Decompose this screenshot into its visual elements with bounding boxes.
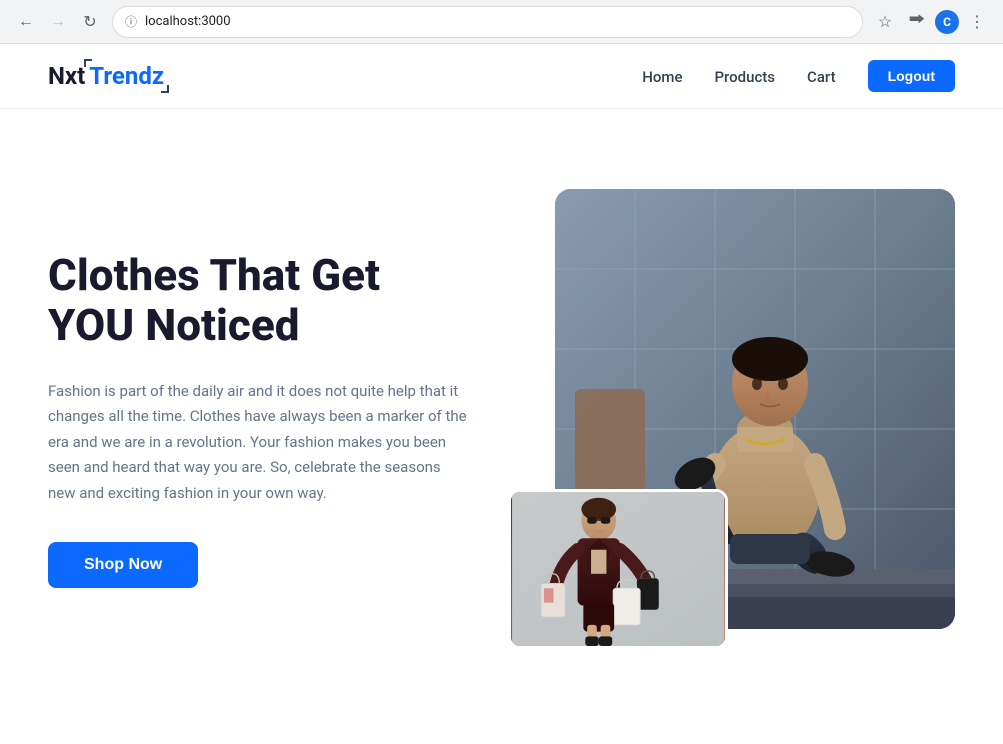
logo-bracket-top-left xyxy=(84,59,92,67)
hero-secondary-image-inner xyxy=(511,492,725,646)
browser-chrome: ← → ↻ ⓘ localhost:3000 ☆ 🠲 C ⋮ xyxy=(0,0,1003,44)
address-bar[interactable]: ⓘ localhost:3000 xyxy=(112,6,863,38)
logo-bracket-bottom-right xyxy=(161,85,169,93)
bookmark-button[interactable]: ☆ xyxy=(871,8,899,36)
forward-button[interactable]: → xyxy=(44,8,72,36)
url-text: localhost:3000 xyxy=(145,14,231,29)
nav-links: Home Products Cart Logout xyxy=(642,60,955,92)
nav-products[interactable]: Products xyxy=(714,68,775,86)
hero-secondary-image xyxy=(508,489,728,649)
browser-nav-buttons: ← → ↻ xyxy=(12,8,104,36)
logo-trendz-wrapper: Trendz xyxy=(89,62,164,90)
hero-description: Fashion is part of the daily air and it … xyxy=(48,379,468,507)
reload-button[interactable]: ↻ xyxy=(76,8,104,36)
hero-images xyxy=(508,189,955,649)
logo-trendz: Trendz xyxy=(89,62,164,90)
nav-cart[interactable]: Cart xyxy=(807,68,836,86)
shop-now-button[interactable]: Shop Now xyxy=(48,542,198,588)
nav-home[interactable]: Home xyxy=(642,68,682,86)
logo-nxt: Nxt xyxy=(48,62,85,90)
back-button[interactable]: ← xyxy=(12,8,40,36)
browser-actions: ☆ 🠲 C ⋮ xyxy=(871,8,991,36)
hero-section: Clothes That Get YOU Noticed Fashion is … xyxy=(0,109,1003,709)
profile-avatar[interactable]: C xyxy=(935,10,959,34)
hero-title: Clothes That Get YOU Noticed xyxy=(48,250,468,351)
secondary-image-svg xyxy=(511,492,725,646)
hero-text: Clothes That Get YOU Noticed Fashion is … xyxy=(48,250,468,589)
logo-container: Nxt Trendz xyxy=(48,62,164,90)
secure-icon: ⓘ xyxy=(125,13,137,30)
navbar: Nxt Trendz Home Products Cart Logout xyxy=(0,44,1003,109)
app-content: Nxt Trendz Home Products Cart Logout Clo… xyxy=(0,44,1003,709)
logout-button[interactable]: Logout xyxy=(868,60,955,92)
extensions-button[interactable]: 🠲 xyxy=(903,8,931,36)
menu-button[interactable]: ⋮ xyxy=(963,8,991,36)
